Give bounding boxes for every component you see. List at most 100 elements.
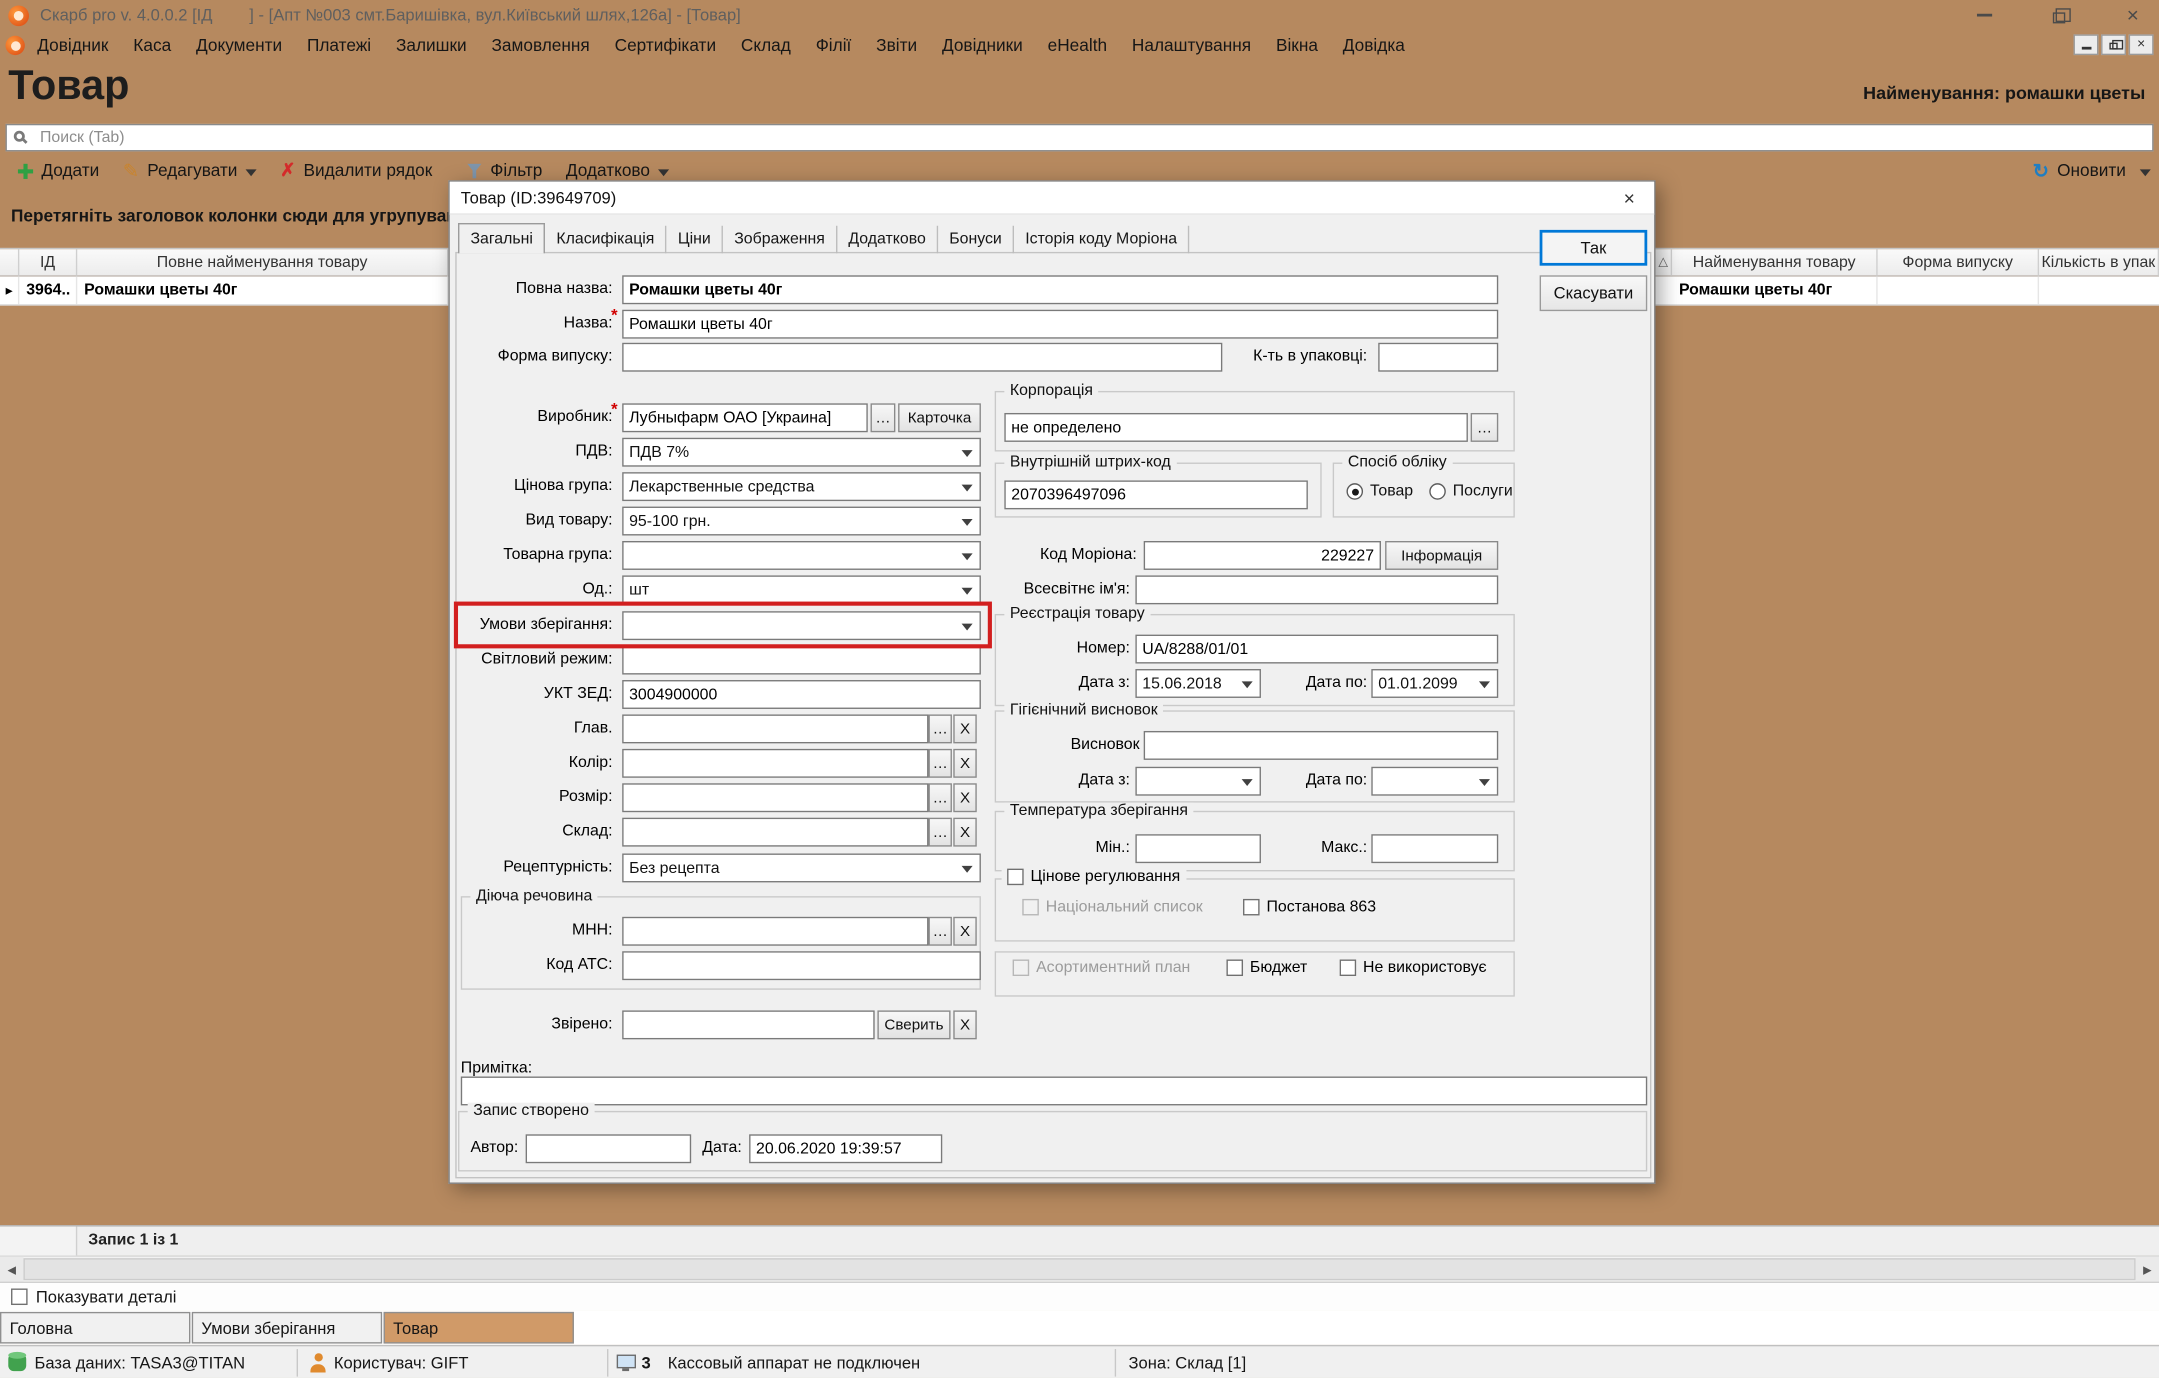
full-name-field[interactable] [622, 275, 1498, 304]
unit-combo[interactable]: шт [622, 575, 981, 604]
grid-column-qty[interactable]: Кількість в упак [2039, 249, 2159, 275]
cancel-button[interactable]: Скасувати [1540, 275, 1648, 311]
product-group-combo[interactable] [622, 541, 981, 570]
menu-dovidnyk[interactable]: Довідник [25, 36, 121, 55]
grid-column-name[interactable]: Найменування товару [1672, 249, 1878, 275]
color-lookup-button[interactable]: … [928, 749, 951, 778]
main-lookup-button[interactable]: … [928, 714, 951, 743]
menu-filii[interactable]: Філії [803, 36, 863, 55]
grid-column-id[interactable]: ІД [19, 249, 77, 275]
reg-number-field[interactable] [1135, 635, 1498, 664]
menu-ehealth[interactable]: eHealth [1035, 36, 1119, 55]
menu-zalyshky[interactable]: Залишки [384, 36, 480, 55]
release-form-field[interactable] [622, 343, 1222, 372]
scroll-left-button[interactable]: ◀ [0, 1257, 23, 1282]
edit-button[interactable]: ✎Редагувати [123, 161, 257, 180]
scrollbar-thumb[interactable] [23, 1258, 2135, 1280]
mnn-clear-button[interactable]: X [953, 917, 976, 946]
mnn-field[interactable] [622, 917, 928, 946]
size-lookup-button[interactable]: … [928, 783, 951, 812]
mdi-minimize-button[interactable] [2074, 34, 2099, 55]
window-restore-button[interactable] [2038, 0, 2079, 30]
color-field[interactable] [622, 749, 928, 778]
assortment-plan-checkbox[interactable]: Асортиментний план [1013, 959, 1191, 976]
corporation-lookup-button[interactable]: … [1471, 413, 1499, 442]
menu-platezhi[interactable]: Платежі [295, 36, 384, 55]
menu-sklad[interactable]: Склад [729, 36, 804, 55]
national-list-checkbox[interactable]: Національний список [1022, 899, 1202, 916]
menu-sertyfikaty[interactable]: Сертифікати [602, 36, 728, 55]
tab-tovar[interactable]: Товар [384, 1312, 574, 1344]
refresh-button[interactable]: ↻Оновити [2033, 161, 2126, 180]
morion-info-button[interactable]: Інформація [1385, 541, 1498, 570]
storage-combo[interactable] [622, 611, 981, 640]
menu-dokumenty[interactable]: Документи [184, 36, 295, 55]
created-date-field[interactable] [749, 1134, 942, 1163]
barcode-field[interactable] [1004, 480, 1308, 509]
decree-863-checkbox[interactable]: Постанова 863 [1243, 899, 1376, 916]
qty-per-pack-field[interactable] [1378, 343, 1498, 372]
ukt-zed-field[interactable] [622, 680, 981, 709]
price-regulation-checkbox[interactable]: Цінове регулювання [1002, 869, 1186, 886]
add-button[interactable]: Додати [17, 161, 100, 180]
menu-dovidnyky[interactable]: Довідники [930, 36, 1036, 55]
grid-column-form[interactable]: Форма випуску [1878, 249, 2039, 275]
delete-row-button[interactable]: ✗Видалити рядок [280, 161, 432, 180]
chevron-down-icon[interactable] [2140, 169, 2151, 176]
tab-dodatkovo[interactable]: Додатково [837, 226, 938, 254]
world-name-field[interactable] [1135, 575, 1498, 604]
ok-button[interactable]: Так [1540, 230, 1648, 266]
tab-zobrazhennya[interactable]: Зображення [723, 226, 837, 254]
budget-checkbox[interactable]: Бюджет [1226, 959, 1307, 976]
product-kind-combo[interactable]: 95-100 грн. [622, 507, 981, 536]
menu-zamovlennya[interactable]: Замовлення [479, 36, 602, 55]
menu-zvity[interactable]: Звіти [864, 36, 930, 55]
menu-nalashtuvannya[interactable]: Налаштування [1120, 36, 1264, 55]
window-close-button[interactable]: × [2112, 0, 2153, 30]
account-services-radio[interactable]: Послуги [1429, 483, 1512, 500]
tab-klasyfikatsiya[interactable]: Класифікація [545, 226, 666, 254]
search-input[interactable] [6, 124, 2154, 152]
rx-combo[interactable]: Без рецепта [622, 853, 981, 882]
tab-bonusy[interactable]: Бонуси [938, 226, 1014, 254]
verified-field[interactable] [622, 1010, 874, 1039]
tab-zahalni[interactable]: Загальні [458, 223, 545, 253]
main-clear-button[interactable]: X [953, 714, 976, 743]
note-field[interactable] [461, 1077, 1647, 1106]
window-minimize-button[interactable] [1963, 0, 2004, 30]
hygiene-field[interactable] [1144, 731, 1499, 760]
name-field[interactable] [622, 310, 1498, 339]
price-group-combo[interactable]: Лекарственные средства [622, 472, 981, 501]
scroll-right-button[interactable]: ▶ [2136, 1257, 2159, 1282]
show-details-checkbox[interactable] [11, 1288, 28, 1305]
temp-max-field[interactable] [1371, 834, 1498, 863]
menu-kasa[interactable]: Каса [121, 36, 184, 55]
atc-field[interactable] [622, 951, 981, 980]
dialog-close-button[interactable]: × [1616, 186, 1644, 211]
account-goods-radio[interactable]: Товар [1346, 483, 1413, 500]
horizontal-scrollbar[interactable]: ◀ ▶ [0, 1255, 2159, 1281]
not-used-checkbox[interactable]: Не використовує [1340, 959, 1487, 976]
main-field[interactable] [622, 714, 928, 743]
more-button[interactable]: Додатково [566, 161, 669, 180]
vat-combo[interactable]: ПДВ 7% [622, 438, 981, 467]
corporation-field[interactable] [1004, 413, 1468, 442]
reg-date-to-combo[interactable]: 01.01.2099 [1371, 669, 1498, 698]
author-field[interactable] [526, 1134, 692, 1163]
tab-holovna[interactable]: Головна [0, 1312, 190, 1344]
light-mode-field[interactable] [622, 646, 981, 675]
warehouse-field[interactable] [622, 818, 928, 847]
manufacturer-card-button[interactable]: Карточка [898, 403, 981, 432]
tab-istoriya-morion[interactable]: Історія коду Моріона [1014, 226, 1189, 254]
morion-code-field[interactable] [1144, 541, 1381, 570]
grid-column-full-name[interactable]: Повне найменування товару [77, 249, 448, 275]
mdi-close-button[interactable]: × [2129, 34, 2154, 55]
verify-button[interactable]: Сверить [877, 1010, 950, 1039]
menu-dovidka[interactable]: Довідка [1330, 36, 1417, 55]
manufacturer-field[interactable] [622, 403, 868, 432]
warehouse-lookup-button[interactable]: … [928, 818, 951, 847]
filter-button[interactable]: Фільтр [467, 161, 543, 180]
verified-clear-button[interactable]: X [953, 1010, 976, 1039]
tab-umovy-zberihannya[interactable]: Умови зберігання [192, 1312, 382, 1344]
size-field[interactable] [622, 783, 928, 812]
